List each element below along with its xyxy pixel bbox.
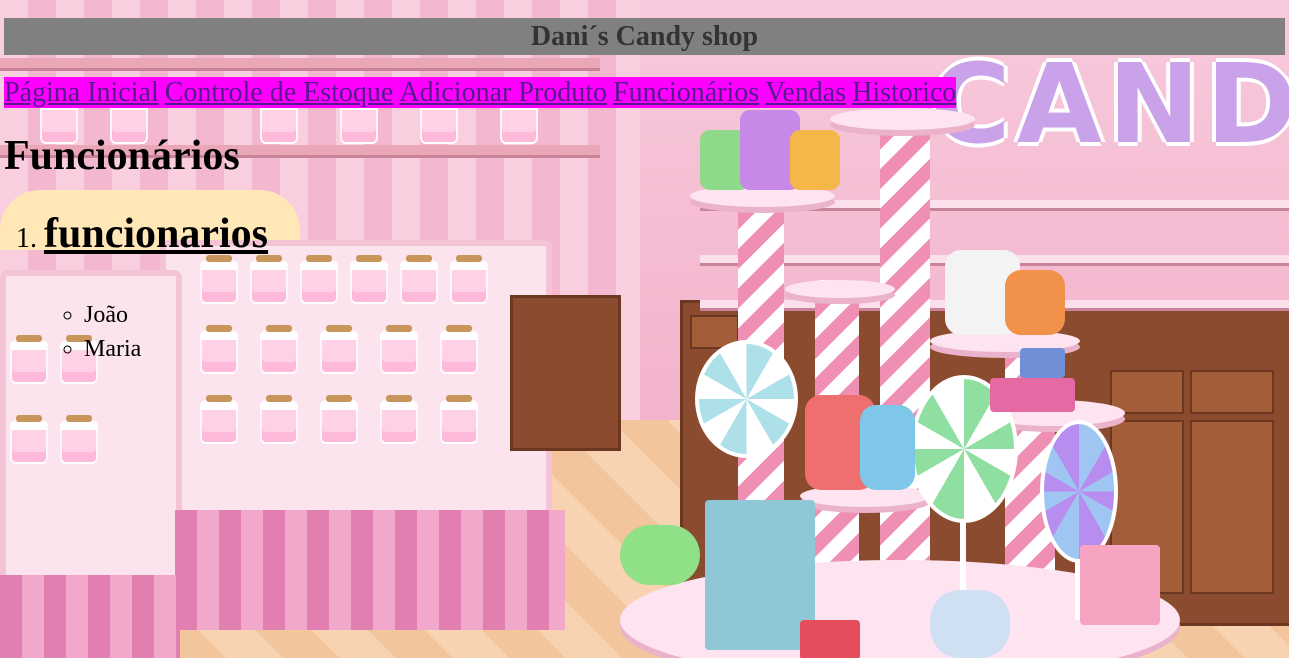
- employee-list: João Maria: [44, 298, 1285, 366]
- nav-link-adicionar-produto[interactable]: Adicionar Produto: [399, 77, 607, 108]
- site-title: Dani´s Candy shop: [522, 18, 767, 55]
- nav-link-vendas[interactable]: Vendas: [765, 77, 846, 108]
- employee-item: João: [84, 298, 1285, 332]
- page: Dani´s Candy shop Página Inicial Control…: [0, 0, 1289, 366]
- employee-item: Maria: [84, 332, 1285, 366]
- nav-link-funcionarios[interactable]: Funcionários: [613, 77, 759, 108]
- section-list: funcionarios João Maria: [4, 210, 1285, 366]
- nav-link-pagina-inicial[interactable]: Página Inicial: [4, 77, 159, 108]
- header-bar: Dani´s Candy shop: [4, 18, 1285, 55]
- main-nav: Página Inicial Controle de Estoque Adici…: [4, 77, 1285, 108]
- nav-link-controle-estoque[interactable]: Controle de Estoque: [165, 77, 394, 108]
- nav-links: Página Inicial Controle de Estoque Adici…: [4, 77, 957, 108]
- nav-link-historico[interactable]: Historico: [852, 77, 956, 108]
- list-item: funcionarios João Maria: [44, 210, 1285, 366]
- funcionarios-link[interactable]: funcionarios: [44, 211, 268, 257]
- page-title: Funcionários: [4, 133, 240, 179]
